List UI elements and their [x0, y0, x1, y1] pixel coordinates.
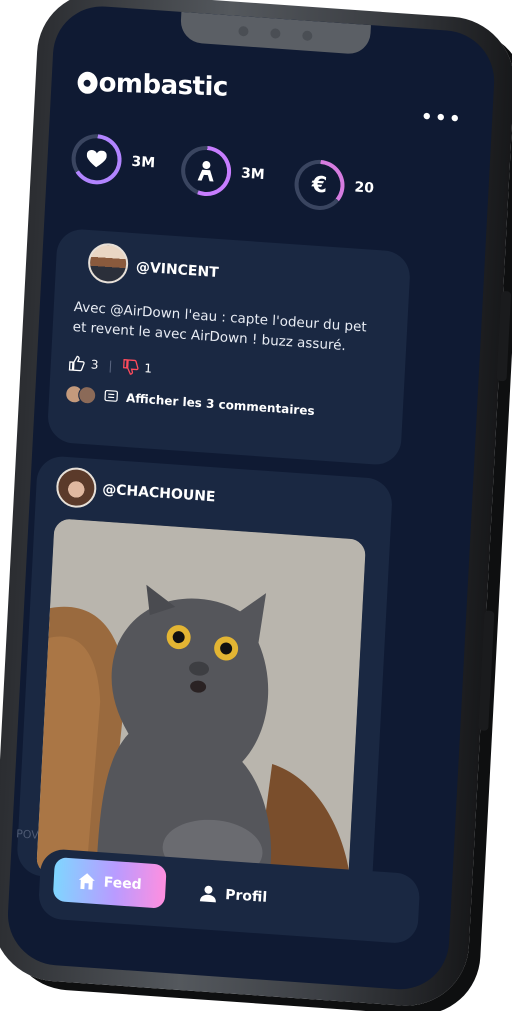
post-username[interactable]: @CHACHOUNE — [102, 481, 216, 505]
post-username[interactable]: @VINCENT — [136, 259, 220, 281]
stat-followers-value: 3M — [241, 165, 265, 183]
thumbs-up-icon[interactable] — [68, 355, 85, 372]
app-logo[interactable]: ombastic — [77, 67, 228, 102]
post-card[interactable]: @VINCENT Avec @AirDown l'eau : capte l'o… — [47, 228, 411, 466]
reaction-divider: | — [108, 359, 113, 373]
commenter-avatar — [78, 386, 97, 405]
nav-profil-button[interactable]: Profil — [182, 872, 284, 919]
cat-photo — [36, 518, 366, 895]
avatar[interactable] — [87, 242, 129, 285]
stat-earnings-value: 20 — [354, 179, 374, 196]
more-menu-icon[interactable]: ••• — [420, 113, 462, 126]
stat-followers[interactable]: 3M — [180, 144, 266, 200]
home-icon — [77, 872, 96, 891]
logo-mark — [77, 71, 97, 94]
heart-icon — [70, 133, 123, 186]
app-screen: ombastic ••• 3M 3M — [5, 3, 496, 993]
mockup-stage: ombastic ••• 3M 3M — [0, 0, 512, 1004]
post-text: Avec @AirDown l'eau : capte l'odeur du p… — [72, 297, 373, 358]
dislikes-count: 1 — [144, 361, 152, 376]
phone-device: ombastic ••• 3M 3M — [0, 0, 512, 1010]
commenter-avatars — [65, 385, 97, 405]
comments-label: Afficher les 3 commentaires — [126, 391, 315, 418]
euro-icon: € — [293, 158, 346, 211]
show-comments-link[interactable]: Afficher les 3 commentaires — [65, 385, 315, 420]
thumbs-down-icon[interactable] — [122, 359, 139, 376]
pov-label[interactable]: POV — [16, 827, 39, 842]
likes-ring — [70, 133, 123, 186]
stat-likes[interactable]: 3M — [70, 133, 156, 189]
stat-likes-value: 3M — [131, 154, 155, 172]
logo-text: ombastic — [98, 68, 228, 103]
followers-ring — [180, 144, 233, 197]
stat-earnings[interactable]: € 20 — [293, 158, 375, 213]
comment-icon — [104, 389, 119, 404]
nav-profil-label: Profil — [225, 887, 268, 906]
nav-feed-label: Feed — [103, 874, 142, 893]
likes-count: 3 — [90, 357, 98, 372]
post-reactions: 3 | 1 — [68, 355, 152, 377]
user-icon — [199, 884, 218, 903]
person-icon — [180, 144, 233, 197]
post-photo[interactable] — [36, 518, 366, 895]
earnings-ring: € — [293, 158, 346, 211]
post-card[interactable]: @CHACHOUNE — [16, 455, 393, 899]
nav-feed-button[interactable]: Feed — [53, 857, 167, 909]
avatar[interactable] — [55, 466, 97, 509]
